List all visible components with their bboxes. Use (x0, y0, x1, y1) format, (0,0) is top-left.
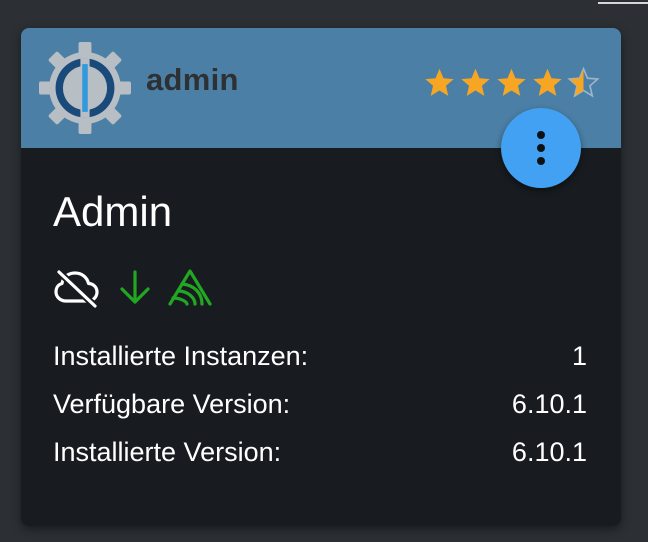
info-table: Installierte Instanzen: 1 Verfügbare Ver… (53, 339, 587, 483)
rating-stars (423, 66, 603, 99)
info-value: 6.10.1 (511, 437, 587, 467)
info-value: 1 (571, 341, 587, 371)
more-menu-button[interactable] (501, 108, 581, 188)
star-full-icon (425, 68, 454, 96)
top-divider (598, 2, 648, 4)
star-full-icon (497, 68, 526, 96)
info-row-installed-instances: Installierte Instanzen: 1 (53, 339, 587, 387)
more-vert-icon-dot (537, 131, 545, 139)
arrow-down-icon (120, 270, 150, 304)
iobroker-logo (39, 42, 131, 134)
star-full-icon (461, 68, 490, 96)
more-vert-icon-dot (537, 144, 545, 152)
status-icons (53, 268, 253, 308)
star-half-icon (567, 66, 600, 98)
more-vert-icon-dot (537, 157, 545, 165)
info-label: Installierte Instanzen: (53, 341, 309, 371)
info-value: 6.10.1 (511, 389, 587, 419)
info-label: Verfügbare Version: (53, 389, 291, 419)
adapter-title: Admin (53, 188, 173, 235)
adapter-name: admin (146, 62, 239, 97)
star-full-icon (533, 68, 562, 96)
info-row-installed-version: Installierte Version: 6.10.1 (53, 435, 587, 483)
info-label: Installierte Version: (53, 437, 282, 467)
info-row-available-version: Verfügbare Version: 6.10.1 (53, 387, 587, 435)
cloud-off-icon (54, 269, 99, 308)
adapter-card: admin Admin Installierte Instanzen: 1 Ve… (21, 28, 621, 526)
sentry-icon (168, 269, 212, 306)
